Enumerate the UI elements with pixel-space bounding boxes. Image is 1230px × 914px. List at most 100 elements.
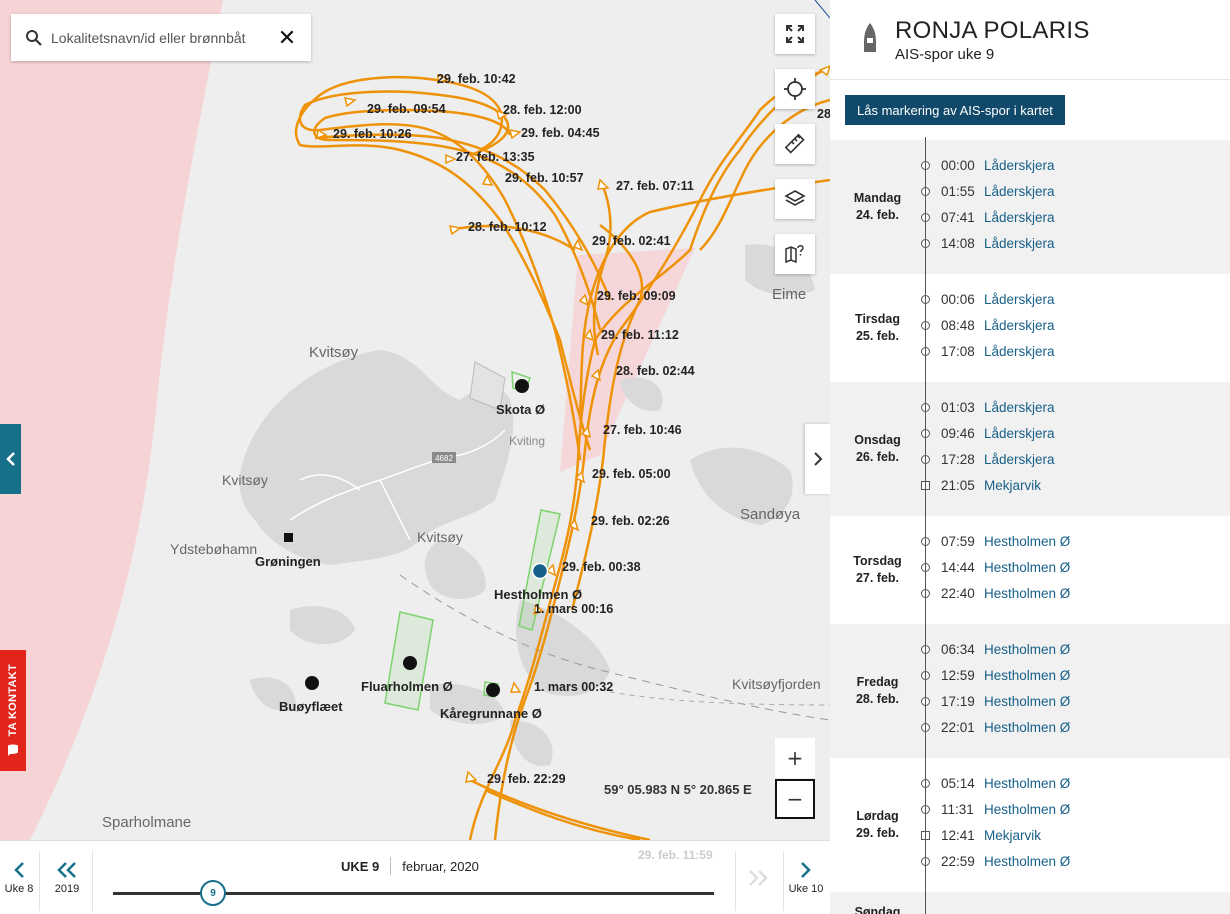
layers-button[interactable] <box>775 179 815 219</box>
track-label: 29. feb. 00:38 <box>562 560 641 574</box>
entry-location-link[interactable]: Hestholmen Ø <box>984 854 1070 869</box>
entry-location-link[interactable]: Mekjarvik <box>984 478 1041 493</box>
coordinate-readout: 59° 05.983 N 5° 20.865 E <box>604 782 752 797</box>
map-view[interactable]: 4682 Kvitsøy Kvitsøy Kvitsøy Kviting Yds… <box>0 0 830 840</box>
timeline-entry[interactable]: 01:03 Låderskjera <box>830 398 1230 418</box>
crosshair-icon <box>784 78 806 100</box>
contact-button[interactable]: TA KONTAKT <box>0 650 26 771</box>
entry-location-link[interactable]: Låderskjera <box>984 400 1055 415</box>
poi-skota[interactable]: Skota Ø <box>496 402 545 417</box>
timeline-entry[interactable]: 01:55 Låderskjera <box>830 182 1230 202</box>
entry-location-link[interactable]: Hestholmen Ø <box>984 586 1070 601</box>
timeline-entry[interactable]: 08:48 Låderskjera <box>830 316 1230 336</box>
poi-fluarholmen[interactable]: Fluarholmen Ø <box>361 679 453 694</box>
entry-location-link[interactable]: Låderskjera <box>984 318 1055 333</box>
week-slider-thumb[interactable]: 9 <box>200 880 226 906</box>
track-label: 27. feb. 07:11 <box>616 179 694 193</box>
timeline-entry[interactable]: 12:59 Hestholmen Ø <box>830 666 1230 686</box>
timeline-entry[interactable]: 00:00 Låderskjera <box>830 156 1230 176</box>
timeline-line <box>925 137 926 914</box>
next-year-button[interactable] <box>738 841 778 914</box>
contact-label: TA KONTAKT <box>7 664 19 737</box>
timeline-entry[interactable]: 17:08 Låderskjera <box>830 342 1230 362</box>
ruler-icon <box>784 133 805 154</box>
month-label: februar, 2020 <box>402 858 479 874</box>
next-week-button[interactable]: Uke 10 <box>785 841 827 914</box>
double-chevron-left-icon <box>57 862 76 878</box>
entry-time: 12:59 <box>941 668 975 683</box>
entry-location-link[interactable]: Hestholmen Ø <box>984 534 1070 549</box>
divider <box>39 851 40 911</box>
entry-location-link[interactable]: Låderskjera <box>984 158 1055 173</box>
timeline-entry[interactable]: 09:46 Låderskjera <box>830 424 1230 444</box>
entry-location-link[interactable]: Hestholmen Ø <box>984 802 1070 817</box>
poi-karegrunnane[interactable]: Kåregrunnane Ø <box>440 706 542 721</box>
entry-location-link[interactable]: Låderskjera <box>984 426 1055 441</box>
timeline-entry[interactable]: 07:59 Hestholmen Ø <box>830 532 1230 552</box>
search-box[interactable]: ✕ <box>11 14 311 61</box>
fullscreen-button[interactable] <box>775 14 815 54</box>
zoom-out-button[interactable]: − <box>775 779 815 819</box>
entry-time: 01:55 <box>941 184 975 199</box>
entry-time: 05:14 <box>941 776 975 791</box>
entry-time: 09:46 <box>941 426 975 441</box>
layers-icon <box>784 190 806 206</box>
entry-location-link[interactable]: Låderskjera <box>984 292 1055 307</box>
entry-time: 17:19 <box>941 694 975 709</box>
poi-groningen[interactable]: Grøningen <box>255 554 321 569</box>
timeline-entry[interactable]: 22:59 Hestholmen Ø <box>830 852 1230 872</box>
prev-week-button[interactable]: Uke 8 <box>0 841 38 914</box>
timeline-entry[interactable]: 14:08 Låderskjera <box>830 234 1230 254</box>
entry-location-link[interactable]: Låderskjera <box>984 184 1055 199</box>
entry-time: 00:06 <box>941 292 975 307</box>
place-kvitsoy-big: Kvitsøy <box>309 344 359 361</box>
entry-location-link[interactable]: Hestholmen Ø <box>984 720 1070 735</box>
entry-time: 07:59 <box>941 534 975 549</box>
track-label: 29. feb. 10:42 <box>437 72 516 86</box>
entry-location-link[interactable]: Låderskjera <box>984 344 1055 359</box>
map-canvas[interactable]: 4682 <box>0 0 830 840</box>
timeline-entry[interactable]: 14:44 Hestholmen Ø <box>830 558 1230 578</box>
place-sandoya: Sandøya <box>740 506 801 523</box>
timeline-entry[interactable]: 11:31 Hestholmen Ø <box>830 800 1230 820</box>
entry-location-link[interactable]: Hestholmen Ø <box>984 642 1070 657</box>
track-label: 29. feb. 22:29 <box>487 772 566 786</box>
double-chevron-right-icon <box>749 870 768 886</box>
timeline-entry[interactable]: 07:41 Låderskjera <box>830 208 1230 228</box>
timeline-entry[interactable]: 22:40 Hestholmen Ø <box>830 584 1230 604</box>
entry-time: 01:03 <box>941 400 975 415</box>
track-label: 29. feb. 09:09 <box>597 289 676 303</box>
close-icon[interactable]: ✕ <box>277 25 297 51</box>
entry-location-link[interactable]: Låderskjera <box>984 452 1055 467</box>
lock-track-button[interactable]: Lås markering av AIS-spor i kartet <box>845 95 1065 125</box>
timeline-entry[interactable]: 17:19 Hestholmen Ø <box>830 692 1230 712</box>
entry-location-link[interactable]: Mekjarvik <box>984 828 1041 843</box>
poi-hestholmen[interactable]: Hestholmen Ø <box>494 587 582 602</box>
entry-location-link[interactable]: Låderskjera <box>984 210 1055 225</box>
timeline-entry[interactable]: 21:05 Mekjarvik <box>830 476 1230 496</box>
search-input[interactable] <box>51 29 277 46</box>
locate-button[interactable] <box>775 69 815 109</box>
zoom-in-button[interactable]: + <box>775 738 815 778</box>
entry-location-link[interactable]: Hestholmen Ø <box>984 668 1070 683</box>
entry-location-link[interactable]: Hestholmen Ø <box>984 776 1070 791</box>
prev-year-button[interactable]: 2019 <box>44 841 90 914</box>
left-panel-toggle[interactable] <box>0 424 21 494</box>
week-title: UKE 9 februar, 2020 <box>341 857 479 875</box>
timeline-entry[interactable]: 12:41 Mekjarvik <box>830 826 1230 846</box>
week-timeline[interactable]: Uke 8 2019 UKE 9 februar, 2020 Uke 10 29… <box>0 840 830 914</box>
track-label: 29. feb. 04:45 <box>521 126 600 140</box>
timeline-entry[interactable]: 22:01 Hestholmen Ø <box>830 718 1230 738</box>
measure-button[interactable] <box>775 124 815 164</box>
track-label: 1. mars 00:16 <box>534 602 614 616</box>
map-help-button[interactable] <box>775 234 815 274</box>
entry-location-link[interactable]: Hestholmen Ø <box>984 694 1070 709</box>
right-panel-toggle[interactable] <box>805 424 830 494</box>
timeline-entry[interactable]: 00:06 Låderskjera <box>830 290 1230 310</box>
timeline-entry[interactable]: 17:28 Låderskjera <box>830 450 1230 470</box>
entry-location-link[interactable]: Låderskjera <box>984 236 1055 251</box>
entry-location-link[interactable]: Hestholmen Ø <box>984 560 1070 575</box>
poi-buoyflaet[interactable]: Buøyflæet <box>279 699 343 714</box>
timeline-entry[interactable]: 06:34 Hestholmen Ø <box>830 640 1230 660</box>
timeline-entry[interactable]: 05:14 Hestholmen Ø <box>830 774 1230 794</box>
